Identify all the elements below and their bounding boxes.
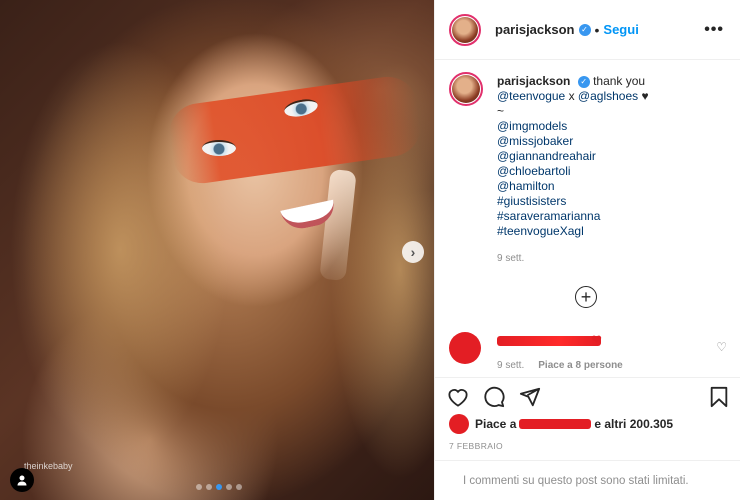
- share-icon[interactable]: [519, 386, 541, 408]
- carousel-dots: [196, 484, 242, 490]
- likes-name-redacted: [519, 419, 592, 429]
- caption-mention[interactable]: #teenvogueXagl: [497, 224, 649, 239]
- comment-icon[interactable]: [483, 386, 505, 408]
- post-image[interactable]: theinkebaby ›: [0, 0, 434, 500]
- comment-avatar-redacted[interactable]: [449, 332, 481, 364]
- comment-row: ❤ 9 sett. Piace a 8 persone ♡: [435, 324, 740, 378]
- caption-username[interactable]: parisjackson: [497, 74, 570, 88]
- caption-mention[interactable]: @hamilton: [497, 179, 649, 194]
- more-icon[interactable]: •••: [704, 21, 724, 39]
- verified-icon: ✓: [577, 75, 590, 88]
- caption-mention[interactable]: #giustisisters: [497, 194, 649, 209]
- bookmark-icon[interactable]: [709, 386, 729, 408]
- carousel-dot: [206, 484, 212, 490]
- avatar[interactable]: [449, 72, 483, 106]
- caption-mention[interactable]: @missjobaker: [497, 134, 649, 149]
- caption-mention[interactable]: @chloebartoli: [497, 164, 649, 179]
- caption-mention[interactable]: @imgmodels: [497, 119, 649, 134]
- comment-time[interactable]: 9 sett.: [497, 360, 524, 371]
- carousel-dot: [236, 484, 242, 490]
- likes-suffix: e altri 200.305: [594, 417, 674, 431]
- user-tag-icon[interactable]: [10, 468, 34, 492]
- mentions-list: @imgmodels @missjobaker @giannandreahair @c…: [497, 119, 649, 239]
- avatar[interactable]: [449, 13, 481, 46]
- carousel-dot: [226, 484, 232, 490]
- follow-button[interactable]: Segui: [603, 22, 638, 37]
- comment-meta: 9 sett. Piace a 8 persone: [497, 360, 623, 371]
- post-sidebar: parisjackson ✓ • Segui ••• parisjackson …: [434, 0, 740, 500]
- caption-mention[interactable]: @giannandreahair: [497, 149, 649, 164]
- mention-link[interactable]: @aglshoes: [578, 89, 638, 103]
- caption-x: x: [568, 89, 575, 103]
- verified-icon: ✓: [578, 23, 591, 36]
- caption-message: thank you: [593, 74, 646, 88]
- carousel-dot: [216, 484, 222, 490]
- action-bar: [435, 380, 740, 414]
- heart-icon[interactable]: [447, 387, 469, 407]
- caption-area: parisjackson ✓ thank you @teenvogue x @a…: [435, 60, 740, 324]
- comments-limited-notice: I commenti su questo post sono stati lim…: [435, 460, 740, 500]
- separator-dot: •: [594, 21, 600, 38]
- comment-emoji: ❤: [591, 332, 602, 347]
- plus-circle-icon[interactable]: +: [575, 286, 597, 308]
- post-date[interactable]: 7 FEBBRAIO: [449, 441, 503, 451]
- header-username[interactable]: parisjackson: [495, 22, 575, 37]
- image-watermark: theinkebaby: [24, 461, 73, 471]
- caption-time[interactable]: 9 sett.: [497, 251, 649, 266]
- likes-avatar-redacted: [449, 414, 469, 434]
- comment-likes[interactable]: Piace a 8 persone: [538, 360, 623, 371]
- left-eye: [202, 140, 236, 156]
- post-header: parisjackson ✓ • Segui •••: [435, 0, 740, 60]
- likes-prefix: Piace a: [475, 417, 517, 431]
- comment-heart-icon[interactable]: ♡: [716, 340, 727, 354]
- carousel-dot: [196, 484, 202, 490]
- next-icon[interactable]: ›: [402, 241, 424, 263]
- mention-link[interactable]: @teenvogue: [497, 89, 565, 103]
- caption-mention[interactable]: #saraveramarianna: [497, 209, 649, 224]
- likes-line[interactable]: Piace a e altri 200.305: [449, 414, 673, 434]
- heart-glyph: ♥: [641, 89, 649, 103]
- caption-tilde: ~: [497, 104, 505, 118]
- caption-text: parisjackson ✓ thank you @teenvogue x @a…: [497, 74, 649, 266]
- comment-text-redacted: [497, 336, 601, 346]
